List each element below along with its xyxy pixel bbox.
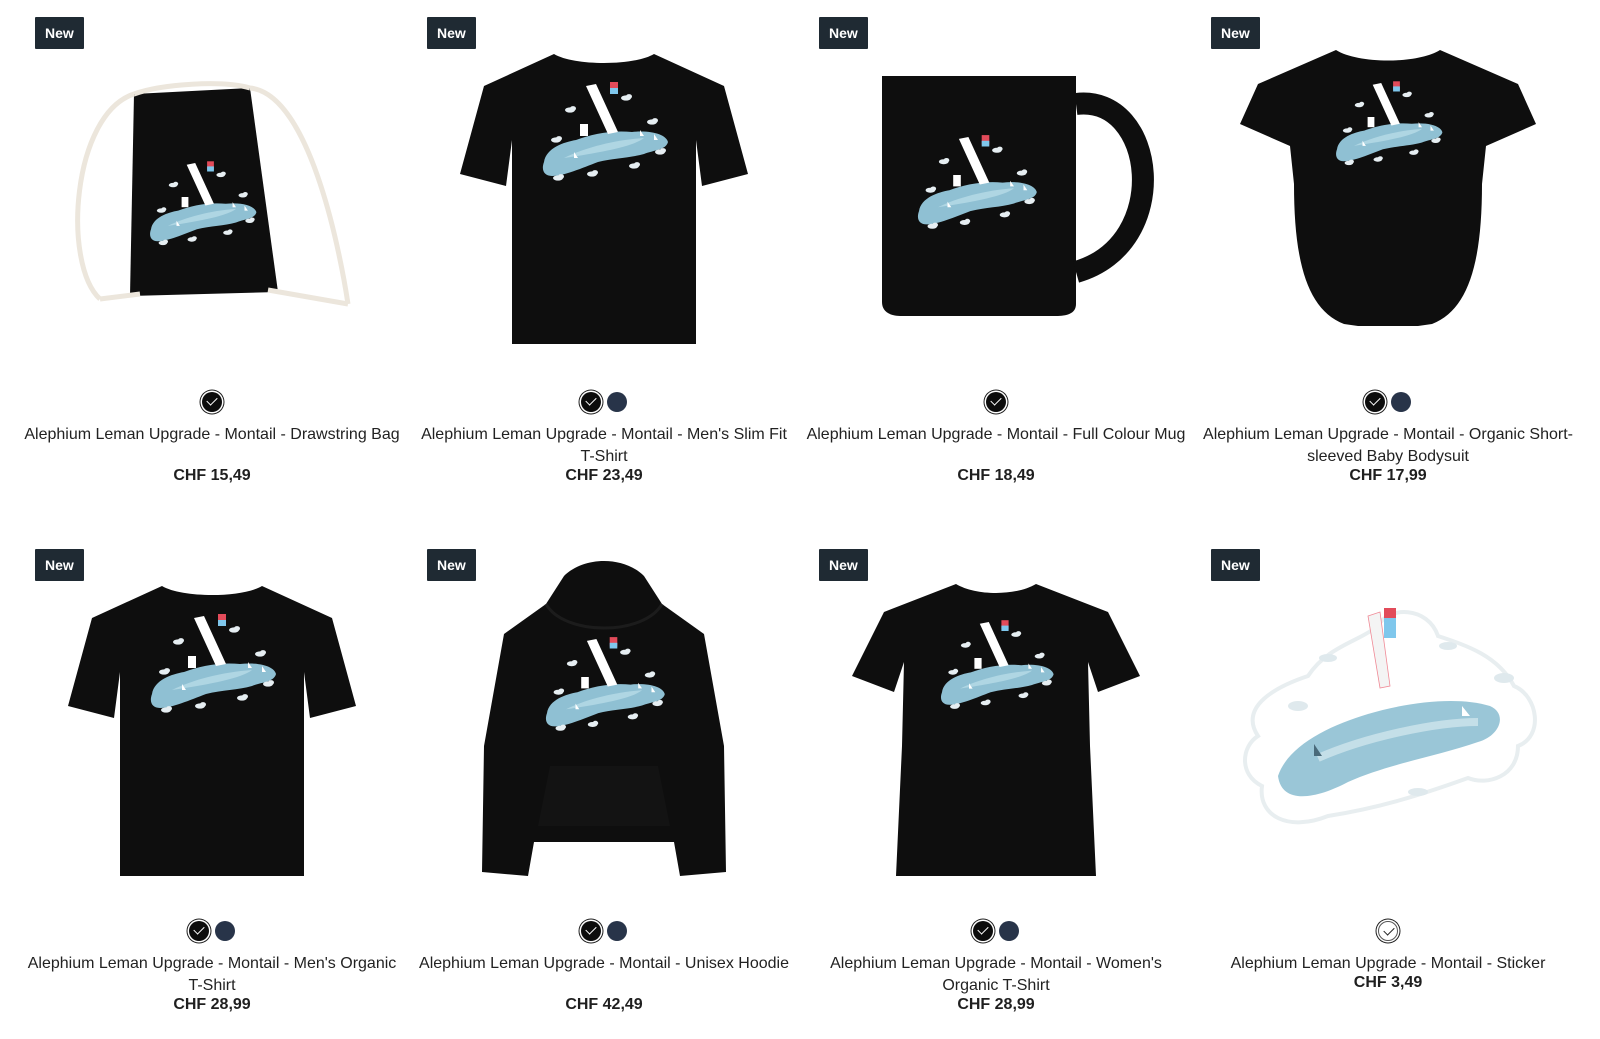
product-price: CHF 28,99 [957,996,1035,1013]
product-card[interactable]: New Alephium Leman Upgrade - Montail - F… [800,0,1192,532]
product-image[interactable] [1218,14,1558,354]
checkmark-icon [1383,924,1395,936]
new-badge: New [819,549,868,581]
product-title[interactable]: Alephium Leman Upgrade - Montail - Stick… [1198,953,1578,975]
color-swatch-navy[interactable] [999,921,1019,941]
new-badge: New [35,17,84,49]
product-image[interactable] [826,546,1166,886]
color-swatches [800,392,1192,412]
product-price: CHF 3,49 [1353,974,1423,991]
color-swatch-black[interactable] [581,921,601,941]
color-swatches [1192,392,1584,412]
color-swatch-black[interactable] [973,921,993,941]
checkmark-icon [990,394,1002,406]
product-price: CHF 15,49 [173,467,251,484]
color-swatches [408,392,800,412]
color-swatch-white[interactable] [1378,921,1398,941]
checkmark-icon [585,923,597,935]
product-image[interactable] [826,14,1166,354]
product-card[interactable]: New Alephium Leman Upgrade - Montail - O… [1192,0,1584,532]
color-swatch-navy[interactable] [1391,392,1411,412]
new-badge: New [1211,549,1260,581]
color-swatch-black[interactable] [581,392,601,412]
product-price: CHF 28,99 [173,996,251,1013]
color-swatch-black[interactable] [1365,392,1385,412]
new-badge: New [427,17,476,49]
product-title[interactable]: Alephium Leman Upgrade - Montail - Men's… [414,424,794,468]
color-swatch-navy[interactable] [215,921,235,941]
product-image[interactable] [434,546,774,886]
product-image[interactable] [42,14,382,354]
color-swatches [408,921,800,941]
product-title[interactable]: Alephium Leman Upgrade - Montail - Men's… [22,953,402,997]
new-badge: New [1211,17,1260,49]
product-card[interactable]: New Alephium Leman Upgrade - Montail - M… [16,532,408,1039]
product-title[interactable]: Alephium Leman Upgrade - Montail - Women… [806,953,1186,997]
product-price: CHF 42,49 [565,996,643,1013]
color-swatches [16,392,408,412]
product-price: CHF 17,99 [1349,467,1427,484]
checkmark-icon [1369,394,1381,406]
product-card[interactable]: New Alephium Leman Upgrade - Montail - M… [408,0,800,532]
color-swatches [1192,921,1584,941]
new-badge: New [427,549,476,581]
product-image[interactable] [434,14,774,354]
product-card[interactable]: New Alephium Leman Upgrade - Montail - W… [800,532,1192,1039]
new-badge: New [35,549,84,581]
product-card[interactable]: New Alephium Leman Upgrade - Montail - S… [1192,532,1584,1039]
checkmark-icon [193,923,205,935]
color-swatch-black[interactable] [202,392,222,412]
product-image[interactable] [42,546,382,886]
product-image[interactable] [1218,546,1558,886]
product-card[interactable]: New Alephium Leman Upgrade - Montail - D… [16,0,408,532]
new-badge: New [819,17,868,49]
checkmark-icon [977,923,989,935]
color-swatch-black[interactable] [986,392,1006,412]
checkmark-icon [206,394,218,406]
color-swatch-black[interactable] [189,921,209,941]
color-swatches [16,921,408,941]
product-price: CHF 18,49 [957,467,1035,484]
product-title[interactable]: Alephium Leman Upgrade - Montail - Full … [806,424,1186,446]
product-grid: New Alephium Leman Upgrade - Montail - D… [16,0,1584,1039]
product-title[interactable]: Alephium Leman Upgrade - Montail - Draws… [22,424,402,446]
product-title[interactable]: Alephium Leman Upgrade - Montail - Organ… [1198,424,1578,468]
color-swatch-navy[interactable] [607,392,627,412]
product-card[interactable]: New Alephium Leman Upgrade - Montail - U… [408,532,800,1039]
product-title[interactable]: Alephium Leman Upgrade - Montail - Unise… [414,953,794,975]
checkmark-icon [585,394,597,406]
color-swatch-navy[interactable] [607,921,627,941]
color-swatches [800,921,1192,941]
product-price: CHF 23,49 [565,467,643,484]
